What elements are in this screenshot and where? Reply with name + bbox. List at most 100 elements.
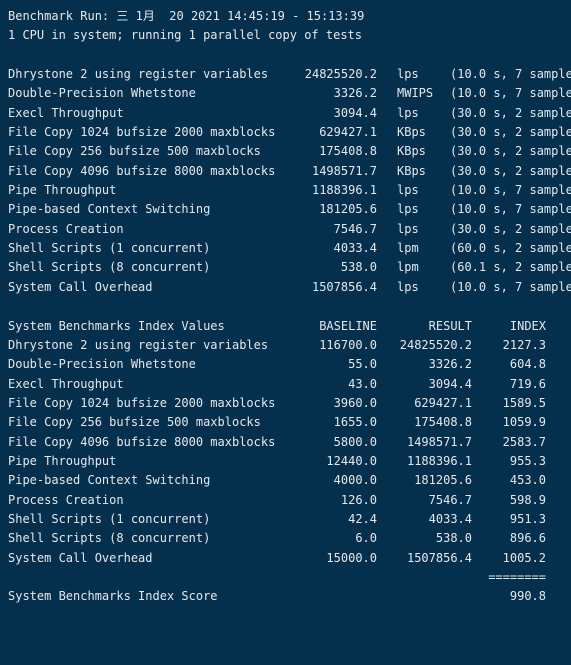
- index-index-value: 1589.5: [502, 395, 546, 410]
- index-index-value: 2127.3: [502, 337, 546, 352]
- index-benchmark-name: Double-Precision Whetstone: [8, 357, 196, 372]
- benchmark-unit: lps: [397, 221, 419, 236]
- index-value-row: Shell Scripts (1 concurrent) 42.4 4033.4 95…: [8, 510, 571, 529]
- index-value-row: Shell Scripts (8 concurrent) 6.0 538.0 896.…: [8, 529, 571, 548]
- benchmark-value: 4033.4: [333, 241, 377, 256]
- benchmark-unit: lpm: [397, 260, 419, 275]
- index-value-row: File Copy 1024 bufsize 2000 maxblocks 396…: [8, 394, 571, 413]
- index-benchmark-name: Shell Scripts (8 concurrent): [8, 531, 211, 546]
- benchmark-result-row: File Copy 4096 bufsize 8000 maxblocks 149…: [8, 162, 571, 181]
- benchmark-name: Shell Scripts (1 concurrent): [8, 241, 211, 256]
- index-value-row: File Copy 4096 bufsize 8000 maxblocks 580…: [8, 433, 571, 452]
- index-result-value: 629427.1: [414, 395, 472, 410]
- benchmark-result-row: Shell Scripts (1 concurrent) 4033.4 lpm (60…: [8, 239, 571, 258]
- benchmark-detail: (10.0 s, 7 samples): [450, 183, 571, 198]
- benchmark-value: 181205.6: [319, 202, 377, 217]
- benchmark-result-row: System Call Overhead 1507856.4 lps (10.0 s,…: [8, 278, 571, 297]
- benchmark-name: Pipe Throughput: [8, 183, 117, 198]
- benchmark-unit: MWIPS: [397, 86, 434, 101]
- benchmark-unit: KBps: [397, 163, 426, 178]
- index-result-value: 1188396.1: [406, 453, 472, 468]
- index-value-row: Process Creation 126.0 7546.7 598.9: [8, 491, 571, 510]
- index-index-value: 1005.2: [502, 550, 546, 565]
- index-result-value: 3094.4: [428, 376, 472, 391]
- benchmark-value: 629427.1: [319, 125, 377, 140]
- benchmark-unit: lpm: [397, 241, 419, 256]
- benchmark-detail: (10.0 s, 7 samples): [450, 279, 571, 294]
- benchmark-name: Double-Precision Whetstone: [8, 86, 196, 101]
- benchmark-result-row: Pipe-based Context Switching 181205.6 lps (…: [8, 200, 571, 219]
- benchmark-detail: (10.0 s, 7 samples): [450, 202, 571, 217]
- benchmark-result-row: Double-Precision Whetstone 3326.2 MWIPS (10…: [8, 84, 571, 103]
- benchmark-value: 538.0: [340, 260, 377, 275]
- cpu-info-line: 1 CPU in system; running 1 parallel copy…: [8, 28, 363, 43]
- benchmark-value: 1188396.1: [311, 183, 377, 198]
- benchmark-name: System Call Overhead: [8, 279, 153, 294]
- benchmark-detail: (30.0 s, 2 samples): [450, 125, 571, 140]
- terminal-output: Benchmark Run: 三 1月 20 2021 14:45:19 - 1…: [0, 0, 571, 605]
- index-benchmark-name: Process Creation: [8, 492, 124, 507]
- final-score-label: System Benchmarks Index Score: [8, 589, 218, 604]
- benchmark-unit: lps: [397, 105, 419, 120]
- benchmark-detail: (10.0 s, 7 samples): [450, 86, 571, 101]
- index-index-value: 719.6: [509, 376, 546, 391]
- benchmark-name: Process Creation: [8, 221, 124, 236]
- separator-rule: ========: [488, 569, 546, 584]
- index-result-value: 3326.2: [428, 357, 472, 372]
- benchmark-results-block: Dhrystone 2 using register variables 2482…: [8, 65, 571, 297]
- benchmark-value: 3326.2: [333, 86, 377, 101]
- benchmark-detail: (30.0 s, 2 samples): [450, 163, 571, 178]
- index-result-value: 1507856.4: [406, 550, 472, 565]
- benchmark-result-row: File Copy 1024 bufsize 2000 maxblocks 629…: [8, 123, 571, 142]
- benchmark-unit: lps: [397, 202, 419, 217]
- index-value-row: Dhrystone 2 using register variables 1167…: [8, 336, 571, 355]
- benchmark-run-line: Benchmark Run: 三 1月 20 2021 14:45:19 - 1…: [8, 9, 365, 23]
- benchmark-unit: KBps: [397, 125, 426, 140]
- benchmark-result-row: Shell Scripts (8 concurrent) 538.0 lpm (60.…: [8, 258, 571, 277]
- benchmark-detail: (30.0 s, 2 samples): [450, 144, 571, 159]
- benchmark-unit: lps: [397, 183, 419, 198]
- index-result-value: 4033.4: [428, 511, 472, 526]
- index-index-value: 896.6: [509, 531, 546, 546]
- index-benchmark-name: Execl Throughput: [8, 376, 124, 391]
- index-value-row: Execl Throughput 43.0 3094.4 719.6: [8, 375, 571, 394]
- index-index-value: 1059.9: [502, 415, 546, 430]
- index-value-row: Double-Precision Whetstone 55.0 3326.2 604.…: [8, 355, 571, 374]
- final-score-value: 990.8: [509, 589, 546, 604]
- benchmark-unit: lps: [397, 67, 419, 82]
- final-score-row: System Benchmarks Index Score 990.8: [8, 587, 571, 606]
- benchmark-result-row: Pipe Throughput 1188396.1 lps (10.0 s, 7 sa…: [8, 181, 571, 200]
- index-benchmark-name: System Call Overhead: [8, 550, 153, 565]
- index-index-value: 453.0: [509, 473, 546, 488]
- index-result-value: 24825520.2: [399, 337, 472, 352]
- benchmark-name: Execl Throughput: [8, 105, 124, 120]
- benchmark-name: Pipe-based Context Switching: [8, 202, 211, 217]
- benchmark-result-row: Dhrystone 2 using register variables 2482…: [8, 65, 571, 84]
- index-table-title: System Benchmarks Index Values: [8, 318, 225, 333]
- benchmark-unit: KBps: [397, 144, 426, 159]
- benchmark-value: 7546.7: [333, 221, 377, 236]
- benchmark-result-row: File Copy 256 bufsize 500 maxblocks 17540…: [8, 142, 571, 161]
- benchmark-value: 24825520.2: [304, 67, 377, 82]
- column-header-index: INDEX: [509, 318, 546, 333]
- benchmark-value: 1507856.4: [311, 279, 377, 294]
- index-benchmark-name: Pipe-based Context Switching: [8, 473, 211, 488]
- index-index-value: 2583.7: [502, 434, 546, 449]
- index-index-value: 604.8: [509, 357, 546, 372]
- benchmark-detail: (30.0 s, 2 samples): [450, 105, 571, 120]
- benchmark-detail: (60.1 s, 2 samples): [450, 260, 571, 275]
- benchmark-name: Shell Scripts (8 concurrent): [8, 260, 211, 275]
- index-values-block: Dhrystone 2 using register variables 1167…: [8, 336, 571, 568]
- benchmark-detail: (10.0 s, 7 samples): [450, 67, 571, 82]
- index-index-value: 598.9: [509, 492, 546, 507]
- index-benchmark-name: Pipe Throughput: [8, 453, 117, 468]
- index-index-value: 955.3: [509, 453, 546, 468]
- benchmark-value: 3094.4: [333, 105, 377, 120]
- index-benchmark-name: Shell Scripts (1 concurrent): [8, 511, 211, 526]
- index-index-value: 951.3: [509, 511, 546, 526]
- index-result-value: 1498571.7: [406, 434, 472, 449]
- score-rule-line: ========: [8, 568, 571, 587]
- index-result-value: 181205.6: [414, 473, 472, 488]
